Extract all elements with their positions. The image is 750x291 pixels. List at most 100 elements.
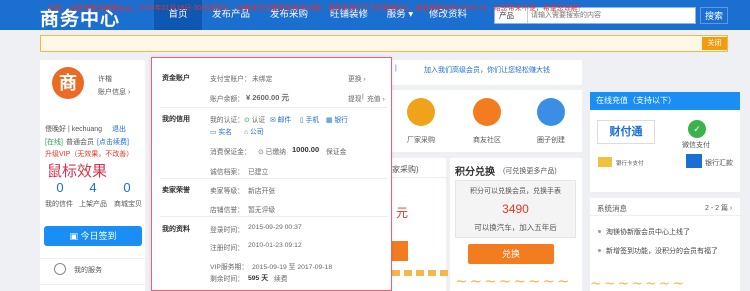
news-pager[interactable]: 2 - 2 篇 › (705, 203, 732, 213)
remaining-label: 剩余时间： (210, 276, 244, 283)
points-value: 3490 (502, 202, 529, 216)
shop-credit-label: 店铺信誉： (210, 207, 244, 214)
auth-item-label: 公司 (250, 129, 264, 136)
phone-icon: ▯ (300, 117, 304, 124)
alipay-status[interactable]: 未绑定 (252, 73, 272, 83)
deposit-amount: 1000.00 (292, 145, 320, 154)
remaining-days: 595 天 (248, 275, 269, 282)
reg-time: 2010-01-23 09:12 (248, 242, 302, 249)
balance-value: ¥ 2600.00 元 (246, 93, 289, 102)
decorative-banner: ~~~~~~~ (590, 276, 687, 291)
ad-separator: | (395, 65, 397, 72)
auth-item[interactable]: ⌂ 公司 (244, 126, 264, 136)
tenpay-label: 财付通 (609, 126, 643, 138)
vip-period-label: VIP服务期： (210, 264, 249, 271)
stat-products-value[interactable]: 4 (83, 180, 103, 195)
change-link[interactable]: 更换 › (348, 73, 366, 83)
bullet (598, 249, 601, 252)
link-separator: | (362, 93, 364, 100)
account-info-link[interactable]: 账户信息 › (98, 87, 130, 97)
seller-grade-label: 卖家等级： (210, 188, 244, 195)
decorative-stripe (392, 270, 450, 276)
online-status: [在线] (45, 139, 63, 146)
decorative-banner: ~~~~~~~~ (455, 272, 572, 290)
alipay-label: 支付宝账户： (210, 76, 251, 83)
my-service-label: 我的服务 (74, 267, 102, 274)
integrity-file-label: 诚信档案： (210, 169, 244, 176)
deposit-label: 消费保证金： (210, 149, 251, 156)
auth-item-label: 手机 (305, 117, 320, 124)
wanted-price-unit: 元 (396, 206, 409, 220)
shop-credit: 暂无评级 (248, 207, 276, 214)
deposit-status: ⊙ 已缴纳 (258, 149, 286, 156)
login-time: 2015-09-29 00:37 (248, 224, 302, 231)
withdraw-link[interactable]: 提现 (348, 93, 362, 103)
factory-purchase-label[interactable]: 厂家采购 (400, 135, 442, 145)
auth-label: 我的认证： (210, 117, 244, 124)
hover-effect-label: 鼠标效果 (47, 162, 108, 180)
wanted-tab[interactable]: 家采购) (392, 164, 419, 175)
news-item[interactable]: 淘镁协新版会员中心上线了 (606, 227, 690, 237)
verified-icon: ⊙ (244, 117, 250, 124)
user-icon (54, 263, 66, 275)
balance-label: 账户余额： (210, 96, 244, 103)
search-button[interactable]: 搜索 (700, 7, 728, 24)
stat-messages-value[interactable]: 0 (50, 180, 70, 195)
tenpay-logo[interactable]: 财付通 (597, 120, 655, 144)
auth-item[interactable]: ✉ 邮件 (270, 114, 291, 124)
id-card-icon: ▭ (210, 129, 217, 136)
points-title: 积分兑换 (455, 167, 495, 178)
bank-transfer-icon[interactable] (686, 154, 702, 168)
renew-link[interactable]: [点击续费] (97, 137, 129, 147)
business-community-icon[interactable] (473, 98, 501, 126)
wechat-pay-icon[interactable]: ✓ (688, 120, 706, 138)
points-desc: 积分可以兑换会员，兑换手表 (470, 188, 561, 195)
card-pay-label: 银行卡支付 (616, 161, 644, 167)
deposit-link[interactable]: 保证金 (326, 146, 346, 156)
business-community-label[interactable]: 商友社区 (466, 135, 508, 145)
member-level: 普通会员 (66, 139, 94, 146)
news-item[interactable]: 新增签到功能，没积分的会员有福了 (606, 246, 718, 256)
stat-mall-value[interactable]: 0 (117, 180, 137, 195)
renew-link[interactable]: 续费 (274, 273, 288, 283)
integrity-file-status[interactable]: 已建立 (248, 166, 268, 176)
auth-item[interactable]: ⊙ 认证 (244, 114, 265, 124)
ad-text[interactable]: 加入我们高级会员，你们让您轻松赚大钱 (424, 65, 550, 75)
auth-item[interactable]: ▦ 银行 (326, 114, 348, 124)
auth-item-label: 邮件 (277, 117, 292, 124)
circle-create-label[interactable]: 圈子创建 (530, 135, 572, 145)
factory-purchase-icon[interactable] (407, 98, 435, 126)
news-title: 系统消息 (597, 204, 627, 213)
bank-transfer-label[interactable]: 银行汇款 (705, 158, 733, 168)
profile-section-title: 我的资料 (162, 226, 190, 233)
user-name: 许楷 (98, 76, 112, 83)
wechat-pay-label[interactable]: 微信支付 (682, 140, 710, 150)
credit-section-title: 我的信用 (162, 116, 190, 123)
wanted-button[interactable] (392, 241, 408, 261)
daily-signin-button[interactable]: ▣ 今日签到 (44, 226, 142, 246)
auth-item[interactable]: ▯ 手机 (300, 114, 319, 124)
notice-bar (40, 35, 728, 52)
points-sub: 可以换汽车，加入五年后 (474, 223, 557, 232)
notice-text: 你好，这是淘镁协新版后台，2016年01月19日-30日调试中，如果有任何使用和… (48, 5, 585, 12)
circle-create-icon[interactable] (537, 98, 565, 126)
notice-close-button[interactable]: 关闭 (702, 37, 727, 50)
divider (40, 284, 145, 285)
exchange-button[interactable]: 兑换 (468, 244, 554, 264)
stat-products-label: 上架产品 (79, 201, 107, 208)
vip-period: 2015-09-19 至 2017-09-18 (252, 264, 333, 271)
divider (160, 216, 388, 217)
upgrade-vip-link[interactable]: 升级VIP（无效果，不改善） (45, 149, 133, 159)
deposit-status-label: 已缴纳 (265, 149, 286, 156)
divider (160, 107, 388, 108)
auth-item[interactable]: ▭ 实名 (210, 126, 232, 136)
recharge-link[interactable]: 充值 › (367, 93, 385, 103)
bullet (598, 230, 601, 233)
card-pay-icon[interactable] (598, 157, 612, 167)
recharge-title: 在线充值（支持以下） (590, 92, 740, 110)
logout-link[interactable]: 退出 (112, 124, 126, 134)
reg-time-label: 注册时间： (210, 245, 244, 252)
avatar[interactable]: 商 (52, 67, 84, 99)
seller-grade: 新店开张 (248, 188, 276, 195)
fund-section-title: 资金账户 (162, 75, 190, 82)
